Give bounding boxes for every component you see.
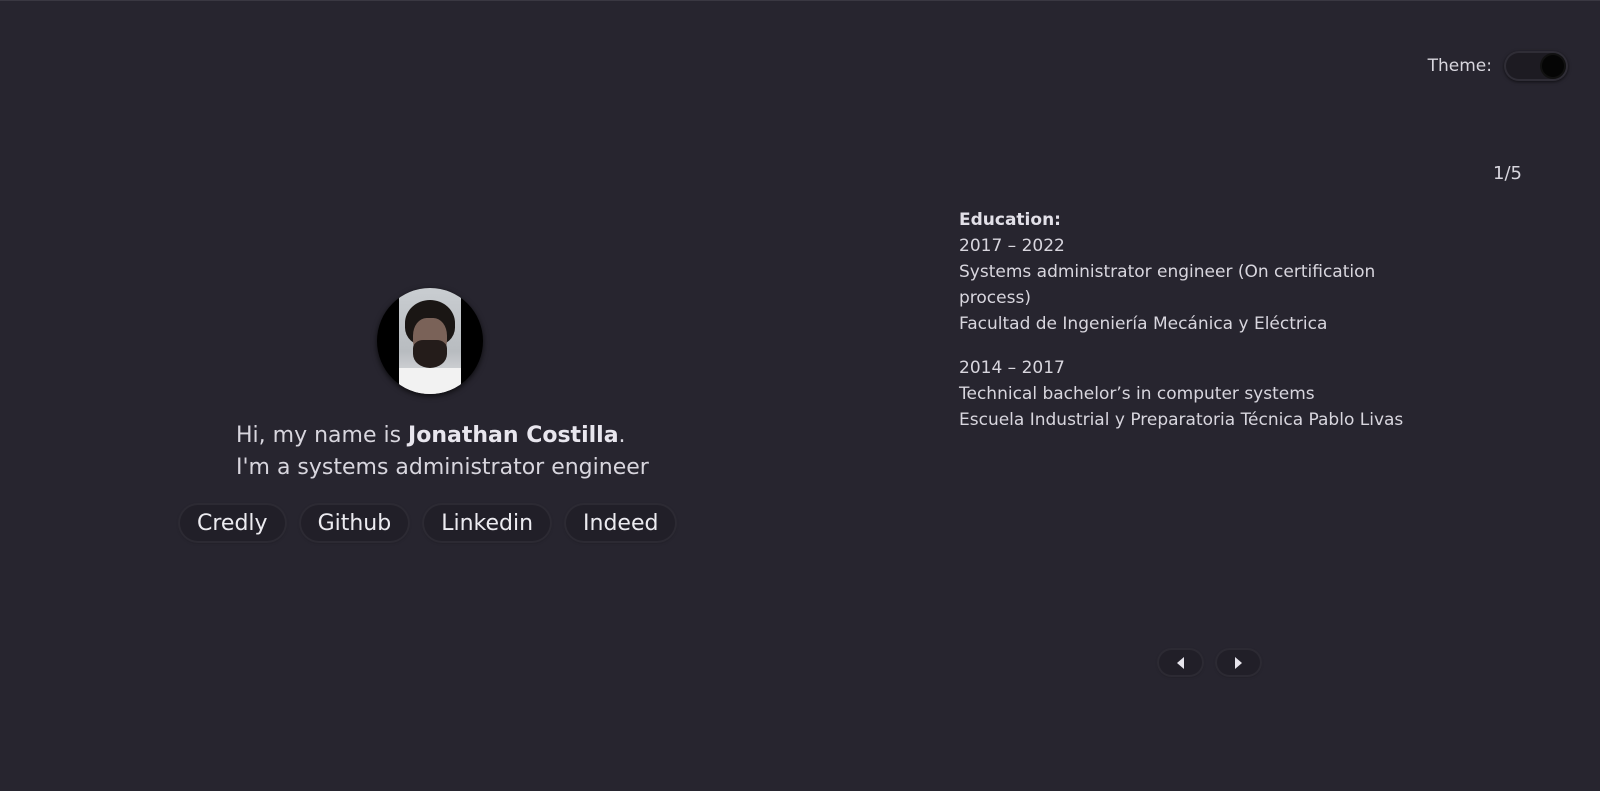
github-button[interactable]: Github <box>300 505 409 541</box>
page: Theme: Hi, my name is Jonathan Costilla.… <box>0 0 1600 791</box>
entry-school: Facultad de Ingeniería Mecánica y Eléctr… <box>959 314 1328 334</box>
indeed-button[interactable]: Indeed <box>566 505 676 541</box>
avatar-shirt <box>399 368 461 394</box>
tagline: I'm a systems administrator engineer <box>236 455 649 480</box>
entry-school: Escuela Industrial y Preparatoria Técnic… <box>959 410 1404 430</box>
credly-button[interactable]: Credly <box>180 505 285 541</box>
theme-toggle-knob <box>1542 55 1564 77</box>
theme-switcher: Theme: <box>1428 51 1568 81</box>
avatar <box>377 288 483 394</box>
profile-name: Jonathan Costilla <box>408 423 619 448</box>
linkedin-button[interactable]: Linkedin <box>424 505 551 541</box>
theme-label: Theme: <box>1427 56 1492 76</box>
greeting-line: Hi, my name is Jonathan Costilla. <box>236 420 649 452</box>
next-slide-button[interactable] <box>1217 650 1260 675</box>
social-links: Credly Github Linkedin Indeed <box>180 505 676 541</box>
slide-title: Education: <box>959 210 1061 230</box>
triangle-right-icon <box>1235 656 1242 669</box>
carousel-slide: Education: 2017 – 2022 Systems administr… <box>959 207 1439 451</box>
education-entry: 2014 – 2017 Technical bachelor’s in comp… <box>959 355 1439 433</box>
theme-toggle[interactable] <box>1504 51 1568 81</box>
greeting-suffix: . <box>618 423 626 448</box>
prev-slide-button[interactable] <box>1159 650 1202 675</box>
entry-years: 2014 – 2017 <box>959 358 1065 378</box>
greeting-prefix: Hi, my name is <box>236 423 409 448</box>
triangle-left-icon <box>1177 656 1184 669</box>
entry-years: 2017 – 2022 <box>959 236 1065 256</box>
entry-degree: Technical bachelor’s in computer systems <box>959 384 1315 404</box>
slide-counter: 1/5 <box>1493 163 1522 184</box>
entry-degree: Systems administrator engineer (On certi… <box>959 262 1376 308</box>
education-entry: 2017 – 2022 Systems administrator engine… <box>959 233 1439 337</box>
greeting-text: Hi, my name is Jonathan Costilla. I'm a … <box>236 420 649 484</box>
carousel-nav <box>1159 650 1260 675</box>
avatar-beard <box>413 340 447 368</box>
